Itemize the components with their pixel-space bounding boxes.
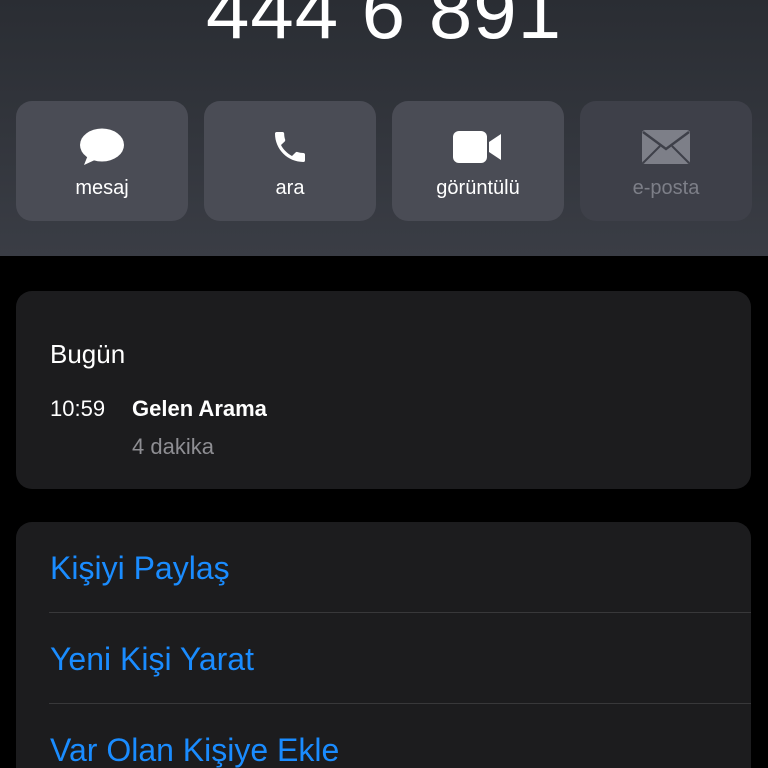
create-new-contact-item[interactable]: Yeni Kişi Yarat — [16, 613, 751, 703]
create-new-contact-label: Yeni Kişi Yarat — [50, 641, 254, 677]
call-duration: 4 dakika — [132, 434, 214, 459]
envelope-icon — [580, 125, 752, 169]
contact-screen: 444 6 891 mesaj ara görüntülü e-posta Bu… — [0, 0, 768, 768]
call-history-day: Bugün — [50, 339, 126, 369]
share-contact-item[interactable]: Kişiyi Paylaş — [16, 522, 751, 612]
add-to-existing-contact-label: Var Olan Kişiye Ekle — [50, 732, 340, 768]
add-to-existing-contact-item[interactable]: Var Olan Kişiye Ekle — [16, 704, 751, 768]
phone-number: 444 6 891 — [205, 0, 562, 55]
call-time: 10:59 — [50, 396, 106, 421]
call-history-card: Bugün 10:59 Gelen Arama 4 dakika — [16, 291, 751, 489]
video-button-label: görüntülü — [436, 177, 520, 199]
action-buttons-row: mesaj ara görüntülü e-posta — [16, 101, 752, 221]
contact-options-list: Kişiyi Paylaş Yeni Kişi Yarat Var Olan K… — [16, 522, 751, 768]
video-button[interactable]: görüntülü — [392, 101, 564, 221]
message-button-label: mesaj — [75, 177, 129, 199]
video-camera-icon — [392, 125, 564, 169]
phone-icon — [204, 125, 376, 169]
call-button-label: ara — [275, 177, 305, 199]
email-button[interactable]: e-posta — [580, 101, 752, 221]
email-button-label: e-posta — [632, 177, 700, 199]
contact-header: 444 6 891 mesaj ara görüntülü e-posta — [0, 0, 768, 256]
message-bubble-icon — [16, 125, 188, 169]
message-button[interactable]: mesaj — [16, 101, 188, 221]
share-contact-label: Kişiyi Paylaş — [50, 550, 230, 586]
call-type: Gelen Arama — [132, 396, 267, 421]
call-button[interactable]: ara — [204, 101, 376, 221]
